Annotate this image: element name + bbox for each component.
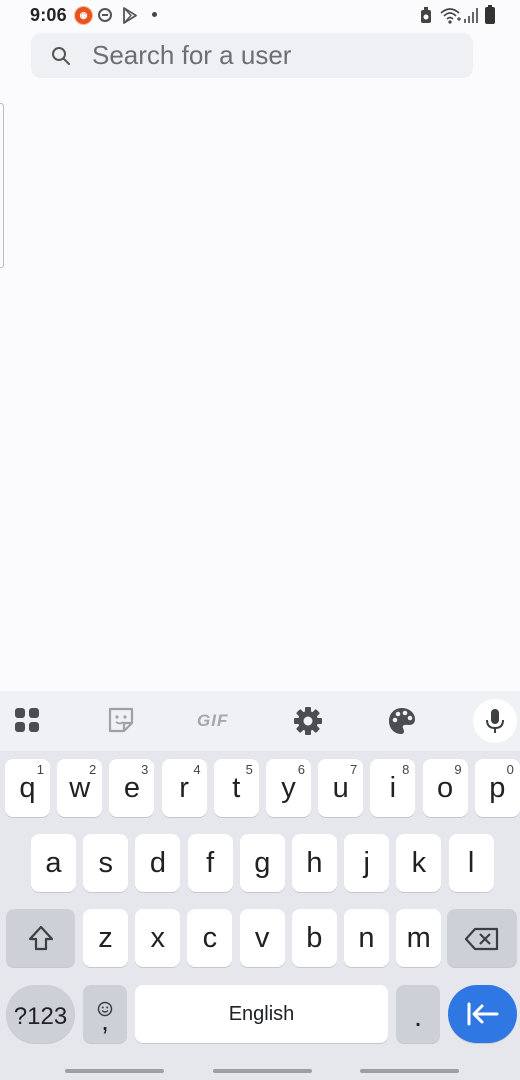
key-n[interactable]: n — [344, 909, 389, 967]
key-p[interactable]: p0 — [474, 759, 520, 817]
spacebar-label: English — [228, 1003, 295, 1025]
key-k[interactable]: k — [396, 834, 442, 892]
key-c-label: c — [202, 922, 218, 954]
palette-icon[interactable] — [386, 705, 418, 737]
key-l[interactable]: l — [448, 834, 494, 892]
dot-icon — [152, 12, 157, 17]
key-f-label: f — [206, 847, 215, 879]
search-bar[interactable] — [31, 33, 473, 78]
key-o-hint: 9 — [454, 762, 462, 777]
key-w-hint: 2 — [88, 762, 97, 777]
nav-bar-center — [213, 1069, 312, 1073]
key-s-label: s — [98, 847, 113, 879]
status-bar: 9:06 ◉ — [0, 0, 520, 30]
key-q-hint: 1 — [36, 762, 44, 777]
key-m[interactable]: m — [396, 909, 442, 967]
enter-key[interactable] — [448, 985, 517, 1043]
key-e[interactable]: e3 — [109, 759, 155, 817]
key-i[interactable]: i8 — [370, 759, 416, 817]
key-c[interactable]: c — [187, 909, 233, 967]
backspace-key[interactable] — [447, 909, 517, 967]
app-badge-icon: ◉ — [74, 6, 93, 25]
signal-icon — [463, 7, 479, 29]
key-l-label: l — [467, 847, 475, 879]
key-d[interactable]: d — [135, 834, 181, 892]
wifi-icon — [440, 7, 462, 29]
key-g-label: g — [254, 847, 271, 879]
key-u[interactable]: u7 — [318, 759, 364, 817]
emoji-comma-key[interactable]: , — [83, 985, 127, 1043]
key-w[interactable]: w2 — [57, 759, 103, 817]
key-s[interactable]: s — [83, 834, 129, 892]
key-r-hint: 4 — [193, 762, 201, 777]
period-label: . — [413, 1001, 423, 1033]
key-x-label: x — [150, 922, 165, 954]
mic-icon — [485, 708, 505, 739]
battery-icon — [485, 5, 495, 24]
key-p-hint: 0 — [506, 762, 514, 777]
key-a[interactable]: a — [31, 834, 76, 892]
key-y-hint: 6 — [297, 762, 305, 777]
key-f[interactable]: f — [187, 834, 233, 892]
key-d-label: d — [149, 847, 166, 879]
key-r[interactable]: r4 — [161, 759, 207, 817]
alarm-icon — [419, 7, 433, 29]
key-z[interactable]: z — [83, 909, 128, 967]
key-z-label: z — [98, 922, 113, 954]
symbols-key[interactable]: ?123 — [6, 985, 75, 1043]
key-j[interactable]: j — [344, 834, 390, 892]
key-h-label: h — [306, 847, 323, 879]
play-store-icon — [122, 7, 138, 29]
search-input[interactable] — [92, 33, 452, 78]
symbols-key-label: ?123 — [13, 1003, 68, 1030]
key-e-hint: 3 — [141, 762, 149, 777]
key-x[interactable]: x — [135, 909, 181, 967]
shift-icon — [27, 924, 55, 960]
key-b-label: b — [306, 922, 323, 954]
key-h[interactable]: h — [292, 834, 337, 892]
nav-bar-left — [65, 1069, 164, 1073]
key-m-label: m — [406, 922, 431, 954]
mic-button[interactable] — [473, 699, 517, 743]
apps-grid-icon[interactable] — [12, 705, 44, 737]
key-u-hint: 7 — [349, 762, 358, 777]
key-b[interactable]: b — [291, 909, 337, 967]
nav-bar-right — [360, 1069, 459, 1073]
comma-label: , — [101, 1005, 109, 1036]
search-icon — [51, 46, 71, 71]
settings-icon[interactable] — [292, 705, 324, 737]
key-i-hint: 8 — [402, 762, 410, 777]
keyboard-toolbar: GIF — [0, 691, 520, 751]
sticker-icon[interactable] — [106, 705, 138, 737]
key-o[interactable]: o9 — [422, 759, 468, 817]
key-t[interactable]: t5 — [213, 759, 259, 817]
do-not-disturb-icon — [98, 8, 112, 22]
key-g[interactable]: g — [239, 834, 285, 892]
key-q[interactable]: q1 — [5, 759, 50, 817]
key-y[interactable]: y6 — [266, 759, 311, 817]
key-k-label: k — [411, 847, 427, 879]
key-n-label: n — [358, 922, 375, 954]
shift-key[interactable] — [6, 909, 75, 967]
status-time: 9:06 — [30, 5, 67, 25]
key-a-label: a — [45, 847, 62, 879]
gif-icon[interactable]: GIF — [197, 711, 235, 743]
key-j-label: j — [363, 847, 370, 879]
backspace-icon — [464, 926, 500, 959]
key-v[interactable]: v — [239, 909, 285, 967]
key-t-hint: 5 — [245, 762, 253, 777]
scroll-indicator — [0, 103, 4, 268]
keyboard: GIF q1w2e3r4t5y6u7i8o9p0 a s d f g h j k l z x c v b… — [0, 691, 520, 1080]
spacebar[interactable]: English — [135, 985, 388, 1043]
enter-icon — [466, 1001, 500, 1035]
key-v-label: v — [254, 922, 270, 954]
period-key[interactable]: . — [396, 985, 440, 1043]
